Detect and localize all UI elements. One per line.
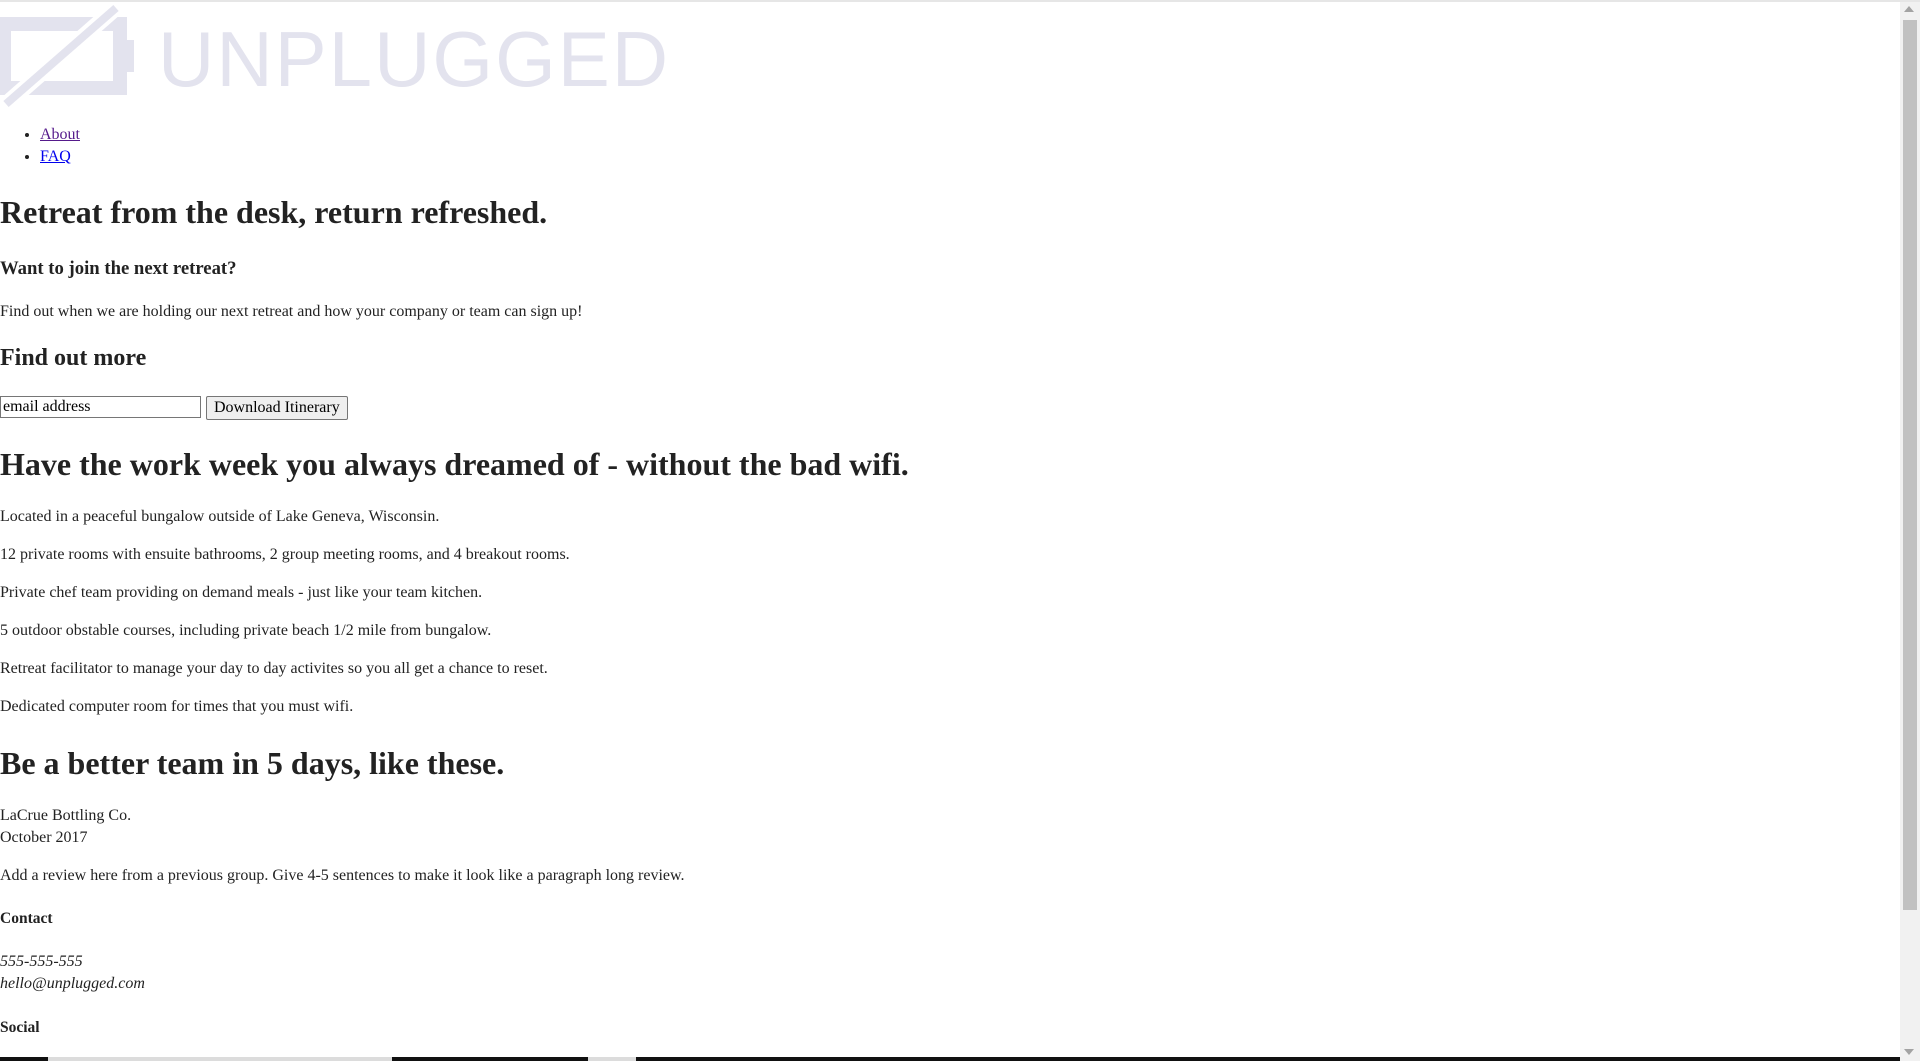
testimonials-heading: Be a better team in 5 days, like these.	[0, 745, 505, 781]
contact-email: hello@unplugged.com	[0, 975, 145, 992]
unplugged-battery-icon	[0, 2, 134, 110]
nav-item-about: About	[40, 124, 80, 146]
hero-text: Find out when we are holding our next re…	[0, 303, 583, 320]
feature-item: 12 private rooms with ensuite bathrooms,…	[0, 546, 570, 563]
contact-phone: 555-555-555	[0, 953, 83, 970]
contact-heading: Contact	[0, 910, 53, 927]
nav-link-faq[interactable]: FAQ	[40, 148, 71, 165]
bottom-decoration	[0, 1057, 48, 1061]
features-heading: Have the work week you always dreamed of…	[0, 446, 909, 482]
signup-heading: Find out more	[0, 345, 147, 371]
social-heading: Social	[0, 1019, 40, 1036]
main-nav: About FAQ	[0, 124, 80, 168]
hero-subtitle: Want to join the next retreat?	[0, 258, 237, 279]
site-logo[interactable]: UNPLUGGED	[0, 2, 668, 110]
scroll-down-arrow-icon[interactable]	[1904, 1049, 1914, 1055]
feature-item: Retreat facilitator to manage your day t…	[0, 660, 548, 677]
email-input[interactable]	[0, 396, 201, 418]
bottom-decoration	[392, 1057, 588, 1061]
feature-item: Dedicated computer room for times that y…	[0, 698, 354, 715]
hero-title: Retreat from the desk, return refreshed.	[0, 194, 548, 230]
nav-item-faq: FAQ	[40, 146, 80, 168]
vertical-scrollbar[interactable]	[1900, 2, 1920, 1061]
feature-item: Private chef team providing on demand me…	[0, 584, 483, 601]
logo-wordmark: UNPLUGGED	[158, 15, 671, 103]
feature-item: Located in a peaceful bungalow outside o…	[0, 508, 440, 525]
page-content: UNPLUGGED About FAQ Retreat from the des…	[0, 0, 1900, 1061]
feature-item: 5 outdoor obstable courses, including pr…	[0, 622, 492, 639]
scroll-up-arrow-icon[interactable]	[1904, 6, 1914, 12]
download-itinerary-button[interactable]: Download Itinerary	[206, 396, 348, 420]
testimonial-review: Add a review here from a previous group.…	[0, 867, 685, 884]
testimonial-date: October 2017	[0, 829, 88, 846]
nav-link-about[interactable]: About	[40, 126, 80, 143]
testimonial-company: LaCrue Bottling Co.	[0, 807, 132, 824]
bottom-decoration	[636, 1057, 1900, 1061]
scrollbar-thumb[interactable]	[1903, 20, 1917, 910]
